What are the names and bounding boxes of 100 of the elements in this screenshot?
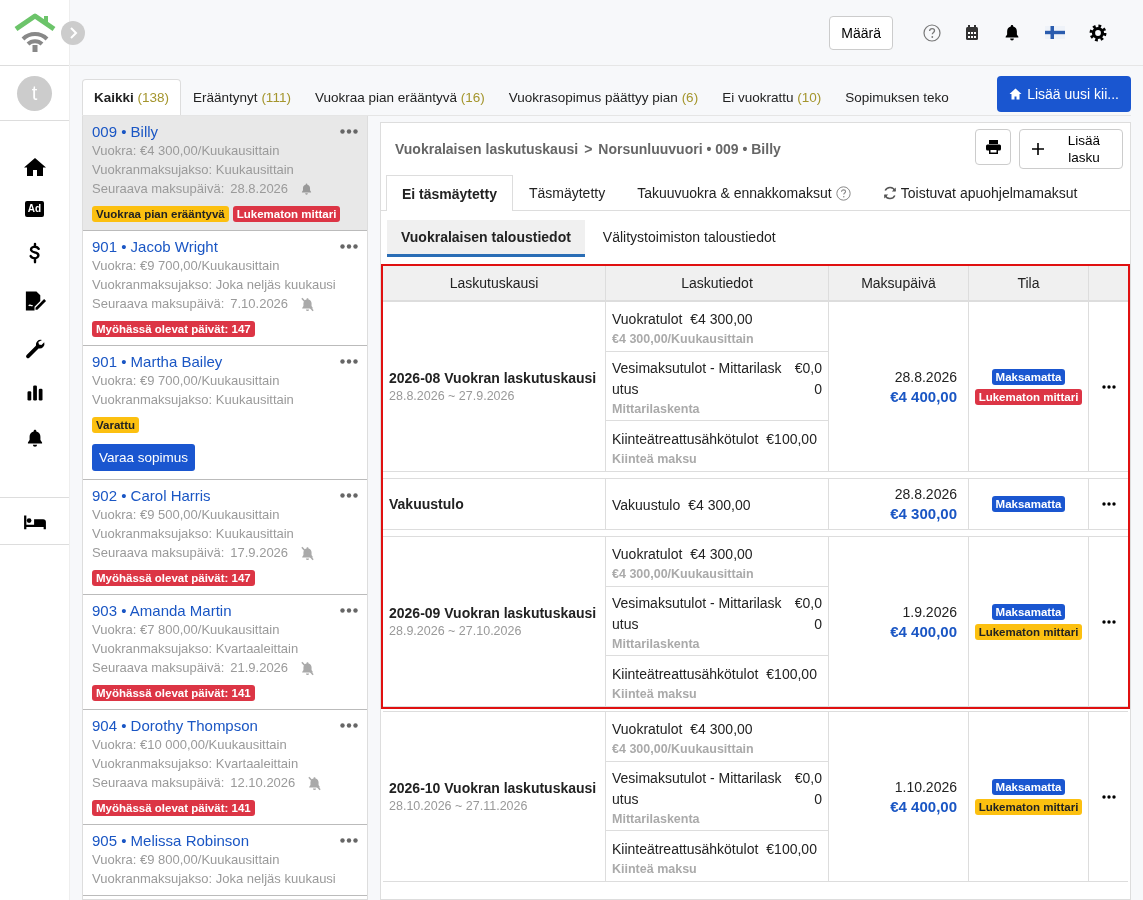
tenant-card[interactable]: 904 • Dorothy Thompson Vuokra: €10 000,00/Kuukausittain Vuokranmaksujakso: Kvartaaleittain Seuraava maksupäivä: 12.10.2026 Myöhässä olevat päivät: 141 (83, 710, 367, 825)
help-icon (835, 185, 851, 201)
column-header: Tila (969, 266, 1089, 301)
invoice-total: €4 300,00 (890, 505, 957, 522)
settings-icon[interactable] (1089, 23, 1107, 42)
tenant-name-link[interactable]: 901 • Jacob Wright (92, 238, 218, 255)
charge-note: €4 300,00/Kuukausittain (612, 567, 755, 581)
status-tag: Vuokraa pian erääntyvä (92, 206, 229, 222)
charge-note: Mittarilaskenta (612, 637, 701, 651)
status-tag: Varattu (92, 417, 139, 433)
book-contract-button[interactable]: Varaa sopimus (92, 444, 196, 471)
status-tag: Myöhässä olevat päivät: 141 (92, 800, 255, 816)
charge-note: €4 300,00/Kuukausittain (612, 332, 755, 346)
filter-tab[interactable]: Ei vuokrattu (10) (710, 79, 834, 115)
charge-name: Kiinteätreattusähkötulot (612, 664, 759, 684)
status-tag: Lukematon mittari (974, 388, 1083, 405)
charge-amount: €100,00 (766, 429, 817, 449)
notification-bell-icon[interactable] (1003, 23, 1021, 42)
due-date: 28.8.2026 (894, 486, 957, 502)
status-tag: Maksamatta (991, 778, 1066, 795)
filter-tab[interactable]: Erääntynyt (111) (181, 79, 303, 115)
next-due-label: Seuraava maksupäivä: (92, 660, 225, 676)
add-property-button[interactable]: Lisää uusi kii... (997, 76, 1131, 112)
tenant-detail: Vuokranmaksujakso: Joka neljäs kuukausi (92, 277, 337, 293)
charge-note: Kiinteä maksu (612, 451, 698, 466)
finnish-flag-icon[interactable] (1045, 26, 1065, 39)
next-due-label: Seuraava maksupäivä: (92, 775, 225, 791)
breadcrumb-item[interactable]: Vuokralaisen laskutuskausi (395, 141, 579, 157)
charge-amount: €0,00 (793, 594, 822, 634)
more-icon[interactable] (1101, 384, 1116, 389)
charge-amount: €4 300,00 (690, 720, 753, 739)
amount-button[interactable]: Määrä (829, 15, 893, 50)
invoice-tab[interactable]: Toistuvat apuohjelmamaksut (866, 175, 1094, 210)
tenant-name-link[interactable]: 901 • Martha Bailey (92, 353, 223, 370)
filter-tab[interactable]: Vuokrasopimus päättyy pian (6) (496, 79, 711, 115)
logo-icon[interactable] (13, 11, 56, 54)
calendar-icon[interactable] (965, 24, 979, 41)
filter-tab[interactable]: Vuokraa pian erääntyvä (16) (302, 79, 497, 115)
filter-tab[interactable]: Kaikki (138) (82, 79, 182, 115)
charge-note: Kiinteä maksu (612, 686, 698, 701)
next-due-label: Seuraava maksupäivä: (92, 181, 225, 197)
tenant-name-link[interactable]: 904 • Dorothy Thompson (92, 717, 258, 734)
print-button[interactable] (975, 129, 1011, 165)
charge-name: Vakuustulo (612, 495, 681, 515)
expand-toggle[interactable] (61, 21, 85, 45)
breadcrumb-item[interactable]: Norsunluuvuori • 009 • Billy (598, 141, 781, 157)
charge-note: €4 300,00/Kuukausittain (612, 742, 755, 756)
ad-nav-item[interactable]: Ad (24, 201, 45, 217)
next-due-date: 12.10.2026 (230, 775, 296, 791)
billing-period: 2026-08 Vuokran laskutuskausi (389, 370, 598, 386)
ledger-tab[interactable]: Välitystoimiston taloustiedot (588, 220, 790, 257)
charge-amount: €0,00 (793, 359, 822, 399)
period-range: 28.8.2026 ~ 27.9.2026 (389, 389, 516, 403)
filter-tab[interactable]: Sopimuksen teko (833, 79, 961, 115)
billing-period: 2026-09 Vuokran laskutuskausi (389, 605, 598, 621)
charge-name: Vuokratulot (612, 310, 683, 329)
charge-note: Mittarilaskenta (612, 402, 701, 416)
tenant-detail: Vuokra: €7 800,00/Kuukausittain (92, 622, 281, 638)
next-due-label: Seuraava maksupäivä: (92, 296, 225, 312)
status-tag: Myöhässä olevat päivät: 141 (92, 685, 255, 701)
more-icon[interactable] (1101, 794, 1116, 799)
next-due-date: 28.8.2026 (230, 181, 289, 197)
add-invoice-button[interactable]: Lisää lasku (1019, 129, 1123, 169)
chevron-right-icon (68, 27, 78, 39)
tenant-name-link[interactable]: 902 • Carol Harris (92, 487, 211, 504)
tenant-card[interactable]: 901 • Martha Bailey Vuokra: €9 700,00/Kuukausittain Vuokranmaksujakso: Kuukausittain Varattu Varaa sopimus (83, 346, 367, 480)
charge-amount: €100,00 (766, 839, 817, 859)
tenant-card[interactable]: 902 • Carol Harris Vuokra: €9 500,00/Kuukausittain Vuokranmaksujakso: Kuukausittain Seuraava maksupäivä: 17.9.2026 Myöhässä olevat päivät: 147 (83, 480, 367, 595)
plus-icon (1032, 143, 1044, 155)
tenant-detail: Vuokranmaksujakso: Kvartaaleittain (92, 641, 300, 657)
wrench-icon[interactable] (23, 337, 46, 359)
tenant-name-link[interactable]: 905 • Melissa Robinson (92, 832, 249, 849)
refresh-icon (882, 186, 897, 200)
invoice-tab[interactable]: Ei täsmäytetty (386, 175, 513, 211)
ledger-tab[interactable]: Vuokralaisen taloustiedot (387, 220, 585, 257)
status-tag: Myöhässä olevat päivät: 147 (92, 321, 255, 337)
charge-name: Vesimaksutulot - Mittarilaskutus (612, 359, 783, 399)
billing-period: 2026-10 Vuokran laskutuskausi (389, 780, 598, 796)
invoice-tab[interactable]: Takuuvuokra & ennakkomaksut (621, 175, 867, 210)
more-icon[interactable] (1101, 619, 1116, 624)
tenant-detail: Vuokra: €4 300,00/Kuukausittain (92, 143, 281, 159)
tenant-card[interactable]: 905 • Melissa Robinson Vuokra: €9 800,00/Kuukausittain Vuokranmaksujakso: Joka neljäs kuukausi (83, 825, 367, 896)
next-due-date: 21.9.2026 (230, 660, 289, 676)
charge-amount: €0,00 (793, 769, 822, 809)
status-tag: Myöhässä olevat päivät: 147 (92, 570, 255, 586)
tenant-detail: Vuokra: €9 700,00/Kuukausittain (92, 258, 281, 274)
invoice-tab[interactable]: Täsmäytetty (512, 175, 622, 210)
tenant-card[interactable]: 009 • Billy Vuokra: €4 300,00/Kuukausittain Vuokranmaksujakso: Kuukausittain Seuraava maksupäivä: 28.8.2026 Vuokraa pian erääntyvä Lukematon mittari (83, 116, 367, 231)
billing-period: Vakuustulo (389, 496, 465, 512)
tenant-detail: Vuokranmaksujakso: Kvartaaleittain (92, 756, 300, 772)
tenant-card[interactable]: 903 • Amanda Martin Vuokra: €7 800,00/Kuukausittain Vuokranmaksujakso: Kvartaaleittain Seuraava maksupäivä: 21.9.2026 Myöhässä olevat päivät: 141 (83, 595, 367, 710)
status-tag: Lukematon mittari (974, 798, 1083, 815)
tenant-name-link[interactable]: 009 • Billy (92, 123, 159, 140)
help-icon[interactable] (923, 23, 941, 42)
more-icon[interactable] (1101, 502, 1116, 506)
tenant-card[interactable]: 901 • Jacob Wright Vuokra: €9 700,00/Kuukausittain Vuokranmaksujakso: Joka neljäs kuukausi Seuraava maksupäivä: 7.10.2026 Myöhässä olevat päivät: 147 (83, 231, 367, 346)
home-icon[interactable] (22, 155, 47, 177)
charge-name: Vesimaksutulot - Mittarilaskutus (612, 594, 783, 634)
column-header: Laskutuskausi (383, 266, 606, 301)
tenant-name-link[interactable]: 903 • Amanda Martin (92, 602, 232, 619)
